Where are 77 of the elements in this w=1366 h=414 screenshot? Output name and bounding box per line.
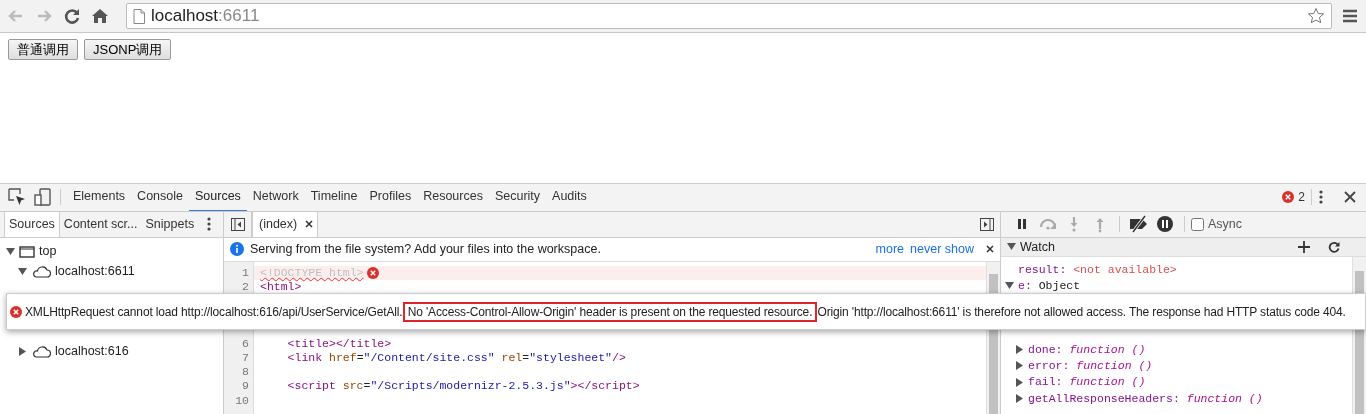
watch-expression[interactable]: fail: function () [1028,373,1146,391]
editor-tab[interactable]: (index) [252,211,319,237]
expanded-triangle-icon[interactable] [6,247,15,256]
navigator-tab[interactable]: Snippets [141,211,199,237]
devtools-tab[interactable]: Timeline [304,184,364,211]
expanded-triangle-icon[interactable] [1005,281,1014,291]
watch-expression[interactable]: e: Object [1018,276,1081,295]
line-number: 10 [234,393,249,408]
address-bar[interactable]: localhost:6611 [126,3,1332,29]
error-message: XMLHttpRequest cannot load http://localhost:616/api/UserService/GetAll. No 'Access-Control-Allow-Origin' header is present on the requested resource. Origin 'http://localhost:6611' is therefore not allowed access. The response had HTTP status code 404. [25,302,1346,321]
star-icon[interactable] [1307,7,1325,25]
navigator-tab[interactable]: Content scr... [59,211,142,237]
info-link[interactable]: more [875,239,905,259]
sidebar-toggle-icon[interactable] [980,217,994,231]
collapsed-triangle-icon[interactable] [18,347,27,356]
error-count-badge[interactable]: 2 [1282,188,1305,207]
tree-item[interactable]: top [39,242,57,261]
home-icon[interactable] [90,6,110,26]
more-options-icon[interactable] [206,215,213,232]
expanded-triangle-icon[interactable] [1007,242,1016,252]
code-line: <html> [260,280,302,295]
cloud-icon [31,265,51,278]
error-icon [1282,191,1295,204]
watch-expression[interactable]: done: function () [1028,341,1146,359]
async-checkbox[interactable] [1191,217,1204,231]
collapsed-triangle-icon[interactable] [1015,345,1024,355]
devtools-tab[interactable]: Security [488,184,547,211]
close-icon[interactable] [986,245,994,254]
refresh-icon[interactable] [1328,240,1340,253]
code-line: <script src="/Scripts/modernizr-2.5.3.js"></script> [286,379,640,394]
line-number: 2 [241,280,249,295]
navigator-tab[interactable]: Sources [4,211,60,237]
tree-item[interactable]: localhost:616 [55,342,129,361]
reload-icon[interactable] [62,6,82,26]
page-button[interactable]: 普通调用 [8,39,78,60]
code-line: <title></title> [286,336,392,352]
inspect-icon[interactable] [8,188,26,207]
collapsed-triangle-icon[interactable] [1015,377,1024,387]
url-text: localhost:6611 [151,5,260,28]
line-number: 6 [241,336,249,352]
expanded-triangle-icon[interactable] [18,267,27,276]
error-icon [366,267,379,280]
line-number: 7 [241,351,249,366]
sidebar-toggle-icon[interactable] [230,217,245,231]
info-link[interactable]: never show [910,239,974,259]
line-number: 1 [241,265,249,281]
line-number: 9 [241,379,249,394]
collapsed-triangle-icon[interactable] [1015,393,1024,403]
info-icon [230,242,244,257]
device-icon[interactable] [34,188,52,207]
code-line: <link href="/Content/site.css" rel="stylesheet"/> [286,351,626,366]
info-message: Serving from the file system? Add your files into the workspace. [250,240,601,258]
page-icon [133,8,145,24]
devtools-tab[interactable]: Audits [546,184,593,211]
frame-icon [19,245,35,258]
watch-expression[interactable]: result: <not available> [1018,260,1177,278]
line-number: 8 [241,365,249,380]
watch-expression[interactable]: error: function () [1028,357,1153,375]
devtools-tab[interactable]: Network [246,184,305,211]
more-options-icon[interactable] [1318,189,1324,206]
cloud-icon [31,345,51,358]
close-icon[interactable] [1344,191,1356,204]
code-line: <!DOCTYPE html> [260,265,364,281]
add-icon[interactable] [1298,240,1310,253]
devtools-tab[interactable]: Elements [67,184,132,211]
devtools-tab[interactable]: Profiles [363,184,418,211]
page-button[interactable]: JSONP调用 [84,39,172,60]
section-title[interactable]: Watch [1020,237,1055,257]
devtools-tab[interactable]: Console [131,184,189,211]
close-icon[interactable] [305,220,314,228]
menu-icon[interactable] [1342,9,1358,23]
tree-item[interactable]: localhost:6611 [55,262,135,281]
collapsed-triangle-icon[interactable] [1015,361,1024,371]
checkbox-label: Async [1208,215,1243,233]
devtools-tab[interactable]: Resources [417,184,489,211]
watch-expression[interactable]: getAllResponseHeaders: function () [1028,389,1263,407]
error-icon [10,305,22,318]
